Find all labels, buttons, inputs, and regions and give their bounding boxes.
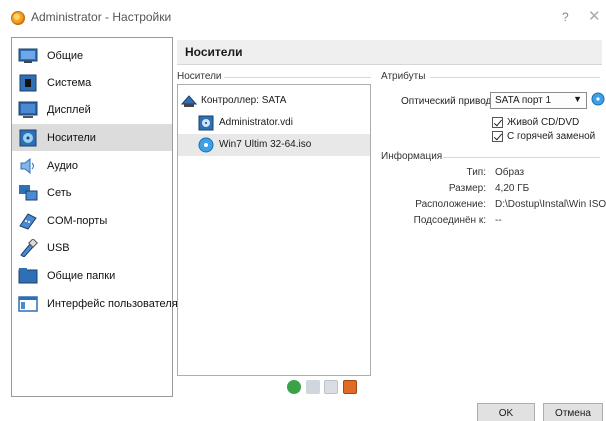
hard-disk-icon [198,115,214,131]
sidebar-item-audio[interactable]: Аудио [12,152,172,179]
help-button[interactable]: ? [562,10,569,24]
sidebar-item-label: Общие [47,49,84,62]
info-size-value: 4,20 ГБ [495,183,530,194]
network-icon [18,184,38,202]
info-type-value: Образ [495,167,525,178]
add-controller-icon[interactable] [287,380,301,394]
sidebar-item-label: Дисплей [47,103,91,116]
storage-icon [18,129,38,147]
virtualbox-app-icon [11,11,25,25]
general-icon [18,47,38,65]
info-location-key: Расположение: [415,199,486,210]
system-icon [18,74,38,92]
sidebar-item-label: Носители [47,131,96,144]
info-location-value: D:\Dostup\Instal\Win ISO... [495,199,606,210]
remove-attachment-icon[interactable] [343,380,357,394]
tree-controller-label: Контроллер: SATA [201,95,287,106]
storage-tree[interactable]: Контроллер: SATA Administrator.vdi Win7 … [177,84,371,376]
sidebar-item-serial-ports[interactable]: COM-порты [12,207,172,234]
user-interface-icon [18,295,38,313]
info-type-key: Тип: [466,167,486,178]
serial-ports-icon [18,212,38,230]
add-attachment-icon[interactable] [324,380,338,394]
ok-button[interactable]: OK [477,403,535,421]
settings-sidebar: Общие Система Дисплей Носители Аудио Сет… [11,37,178,397]
tree-item-label: Win7 Ultim 32-64.iso [219,139,312,150]
information-group-label: Информация [381,151,443,162]
sidebar-item-label: Система [47,76,92,89]
hot-plug-label: С горячей заменой [507,131,596,142]
sidebar-item-label: Общие папки [47,269,116,282]
tree-item-label: Administrator.vdi [219,117,293,128]
sidebar-item-general[interactable]: Общие [12,42,172,69]
controller-icon [181,95,197,107]
chevron-down-icon: ▼ [573,94,582,104]
tree-controller-sata[interactable]: Контроллер: SATA [178,90,370,112]
window-title: Administrator - Настройки [31,10,172,24]
live-cd-checkbox[interactable] [492,117,503,128]
page-title: Носители [185,45,243,59]
remove-controller-icon[interactable] [306,380,320,394]
live-cd-label: Живой CD/DVD [507,117,580,128]
title-bar: Administrator - Настройки ? ✕ [0,0,606,34]
sidebar-item-system[interactable]: Система [12,69,172,96]
sidebar-item-display[interactable]: Дисплей [12,96,172,123]
sidebar-item-network[interactable]: Сеть [12,179,172,206]
sidebar-item-shared-folders[interactable]: Общие папки [12,262,172,289]
usb-icon [18,238,38,257]
sidebar-item-user-interface[interactable]: Интерфейс пользователя [12,290,178,317]
sidebar-item-label: Сеть [47,186,72,199]
sidebar-item-label: USB [47,241,70,254]
tree-item-hard-disk[interactable]: Administrator.vdi [178,112,370,134]
optical-drive-label: Оптический привод: [401,96,495,107]
sidebar-item-label: Интерфейс пользователя [47,297,178,310]
info-size-key: Размер: [448,183,486,194]
sidebar-item-label: COM-порты [47,214,108,227]
group-divider [430,77,600,78]
cancel-button[interactable]: Отмена [543,403,603,421]
group-divider [224,77,371,78]
info-attached-key: Подсоединён к: [413,215,486,226]
audio-icon [18,157,38,175]
page-header: Носители [177,40,602,65]
sidebar-item-usb[interactable]: USB [12,234,172,261]
optical-drive-select[interactable]: SATA порт 1 ▼ [490,92,587,109]
sidebar-item-label: Аудио [47,159,79,172]
tree-item-optical-disc[interactable]: Win7 Ultim 32-64.iso [178,134,370,156]
attributes-group-label: Атрибуты [381,71,426,82]
display-icon [18,101,38,119]
optical-drive-value: SATA порт 1 [495,95,552,106]
sidebar-item-storage[interactable]: Носители [12,124,172,151]
optical-disc-icon [198,137,214,153]
hot-plug-checkbox[interactable] [492,131,503,142]
close-button[interactable]: ✕ [588,7,601,25]
storage-tree-group-label: Носители [177,71,222,82]
group-divider [443,157,600,158]
shared-folders-icon [18,267,38,285]
info-attached-value: -- [495,215,502,226]
choose-disk-button[interactable] [591,91,606,108]
